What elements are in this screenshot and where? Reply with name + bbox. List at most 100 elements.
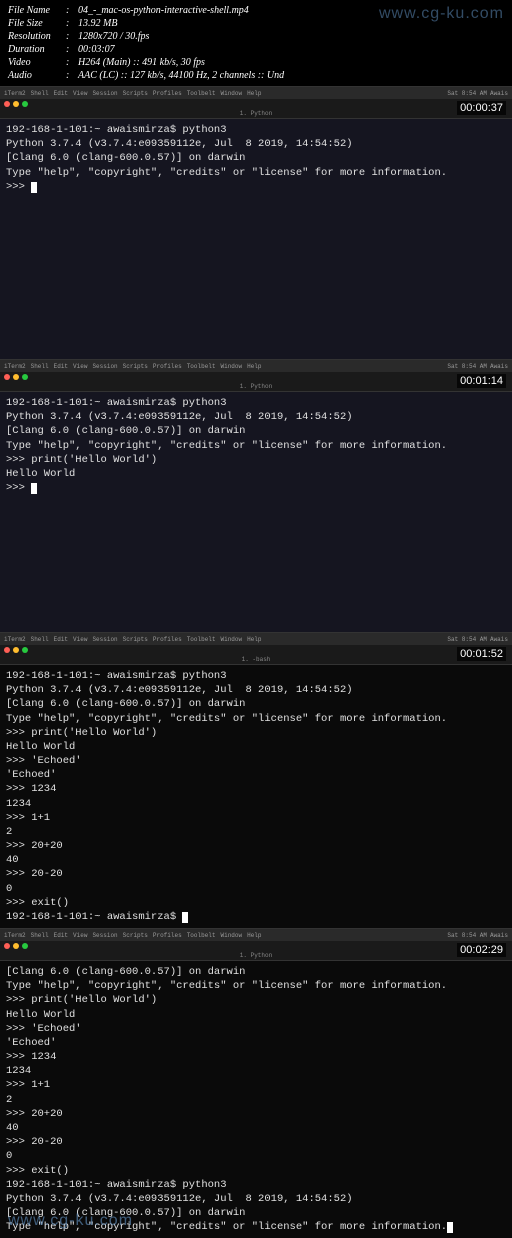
- meta-resolution-label: Resolution: [8, 30, 66, 43]
- menubar-item[interactable]: Window: [221, 363, 243, 370]
- close-icon[interactable]: [4, 101, 10, 107]
- menubar-user: Awais: [490, 90, 508, 97]
- terminal-tab[interactable]: 1. Python: [0, 382, 512, 392]
- menubar-item[interactable]: Shell: [31, 932, 49, 939]
- terminal-tab-title: 1. Python: [240, 110, 272, 117]
- minimize-icon[interactable]: [13, 374, 19, 380]
- menubar-item[interactable]: Edit: [54, 90, 68, 97]
- minimize-icon[interactable]: [13, 943, 19, 949]
- menubar-item[interactable]: Help: [247, 363, 261, 370]
- menubar-item[interactable]: Profiles: [153, 90, 182, 97]
- menubar-item[interactable]: View: [73, 90, 87, 97]
- terminal-tab-title: 1. -bash: [242, 656, 271, 663]
- menubar-item[interactable]: Profiles: [153, 932, 182, 939]
- maximize-icon[interactable]: [22, 647, 28, 653]
- menubar-item[interactable]: Edit: [54, 636, 68, 643]
- meta-filesize-value: 13.92 MB: [78, 17, 117, 30]
- menubar-item[interactable]: Profiles: [153, 636, 182, 643]
- menubar-item[interactable]: Window: [221, 932, 243, 939]
- menubar-item[interactable]: Help: [247, 932, 261, 939]
- maximize-icon[interactable]: [22, 374, 28, 380]
- terminal-line: Python 3.7.4 (v3.7.4:e09359112e, Jul 8 2…: [6, 138, 353, 150]
- menubar-app-name[interactable]: iTerm2: [4, 932, 26, 939]
- maximize-icon[interactable]: [22, 943, 28, 949]
- menubar-item[interactable]: Toolbelt: [187, 932, 216, 939]
- menubar-item[interactable]: Session: [92, 932, 117, 939]
- terminal-tab[interactable]: 1. Python: [0, 951, 512, 961]
- menubar-item[interactable]: Profiles: [153, 363, 182, 370]
- menubar-item[interactable]: Session: [92, 636, 117, 643]
- terminal-line: 0: [6, 883, 12, 895]
- menubar-item[interactable]: Toolbelt: [187, 363, 216, 370]
- menubar-item[interactable]: Shell: [31, 636, 49, 643]
- menubar-app-name[interactable]: iTerm2: [4, 90, 26, 97]
- terminal-line: Type "help", "copyright", "credits" or "…: [6, 713, 447, 725]
- menubar-item[interactable]: Shell: [31, 363, 49, 370]
- menubar-item[interactable]: Edit: [54, 932, 68, 939]
- minimize-icon[interactable]: [13, 647, 19, 653]
- terminal-output[interactable]: 192-168-1-101:~ awaismirza$ python3 Pyth…: [0, 392, 512, 632]
- terminal-line: Type "help", "copyright", "credits" or "…: [6, 440, 447, 452]
- menubar-user: Awais: [490, 636, 508, 643]
- video-frame-2: iTerm2 Shell Edit View Session Scripts P…: [0, 359, 512, 632]
- terminal-line: [Clang 6.0 (clang-600.0.57)] on darwin: [6, 698, 245, 710]
- menubar-item[interactable]: Window: [221, 636, 243, 643]
- menubar-item[interactable]: Help: [247, 636, 261, 643]
- menubar-app-name[interactable]: iTerm2: [4, 363, 26, 370]
- terminal-line: Python 3.7.4 (v3.7.4:e09359112e, Jul 8 2…: [6, 411, 353, 423]
- terminal-tab[interactable]: 1. Python: [0, 109, 512, 119]
- terminal-tab[interactable]: 1. -bash: [0, 655, 512, 665]
- menubar-item[interactable]: Session: [92, 90, 117, 97]
- minimize-icon[interactable]: [13, 101, 19, 107]
- menubar-time: Sat 8:54 AM: [447, 90, 487, 97]
- terminal-line: 1234: [6, 1065, 31, 1077]
- terminal-output[interactable]: 192-168-1-101:~ awaismirza$ python3 Pyth…: [0, 119, 512, 359]
- terminal-line: 192-168-1-101:~ awaismirza$ python3: [6, 397, 227, 409]
- menubar-item[interactable]: Scripts: [123, 90, 148, 97]
- meta-duration-label: Duration: [8, 43, 66, 56]
- menubar-item[interactable]: Session: [92, 363, 117, 370]
- terminal-line: >>> 1234: [6, 1051, 56, 1063]
- terminal-line: >>> 20+20: [6, 1108, 63, 1120]
- terminal-line: Hello World: [6, 741, 75, 753]
- menubar-item[interactable]: Help: [247, 90, 261, 97]
- menubar-item[interactable]: Scripts: [123, 932, 148, 939]
- menubar-item[interactable]: Edit: [54, 363, 68, 370]
- terminal-line: >>> 20-20: [6, 1136, 63, 1148]
- terminal-output[interactable]: [Clang 6.0 (clang-600.0.57)] on darwin T…: [0, 961, 512, 1238]
- menubar-item[interactable]: Shell: [31, 90, 49, 97]
- close-icon[interactable]: [4, 647, 10, 653]
- close-icon[interactable]: [4, 943, 10, 949]
- terminal-line: Python 3.7.4 (v3.7.4:e09359112e, Jul 8 2…: [6, 684, 353, 696]
- menubar-item[interactable]: Toolbelt: [187, 636, 216, 643]
- terminal-line: Hello World: [6, 1009, 75, 1021]
- watermark-top: www.cg-ku.com: [379, 4, 504, 25]
- terminal-output[interactable]: 192-168-1-101:~ awaismirza$ python3 Pyth…: [0, 665, 512, 928]
- terminal-line: >>> print('Hello World'): [6, 454, 157, 466]
- terminal-line: Type "help", "copyright", "credits" or "…: [6, 167, 447, 179]
- menubar-app-name[interactable]: iTerm2: [4, 636, 26, 643]
- terminal-line: 40: [6, 1122, 19, 1134]
- terminal-line: >>> print('Hello World'): [6, 994, 157, 1006]
- close-icon[interactable]: [4, 374, 10, 380]
- meta-audio-value: AAC (LC) :: 127 kb/s, 44100 Hz, 2 channe…: [78, 69, 284, 82]
- maximize-icon[interactable]: [22, 101, 28, 107]
- terminal-line: 192-168-1-101:~ awaismirza$: [6, 911, 182, 923]
- terminal-line: 40: [6, 854, 19, 866]
- terminal-cursor: [31, 483, 37, 494]
- menubar-item[interactable]: View: [73, 636, 87, 643]
- terminal-tab-title: 1. Python: [240, 952, 272, 959]
- menubar-item[interactable]: View: [73, 932, 87, 939]
- terminal-line: >>> 20-20: [6, 868, 63, 880]
- menubar-item[interactable]: Scripts: [123, 363, 148, 370]
- menubar-item[interactable]: View: [73, 363, 87, 370]
- terminal-line: 1234: [6, 798, 31, 810]
- terminal-line: >>> print('Hello World'): [6, 727, 157, 739]
- terminal-line: 192-168-1-101:~ awaismirza$ python3: [6, 124, 227, 136]
- mac-menubar: iTerm2 Shell Edit View Session Scripts P…: [0, 633, 512, 645]
- menubar-item[interactable]: Window: [221, 90, 243, 97]
- terminal-tab-title: 1. Python: [240, 383, 272, 390]
- menubar-item[interactable]: Scripts: [123, 636, 148, 643]
- menubar-item[interactable]: Toolbelt: [187, 90, 216, 97]
- meta-filename-value: 04_-_mac-os-python-interactive-shell.mp4: [78, 4, 249, 17]
